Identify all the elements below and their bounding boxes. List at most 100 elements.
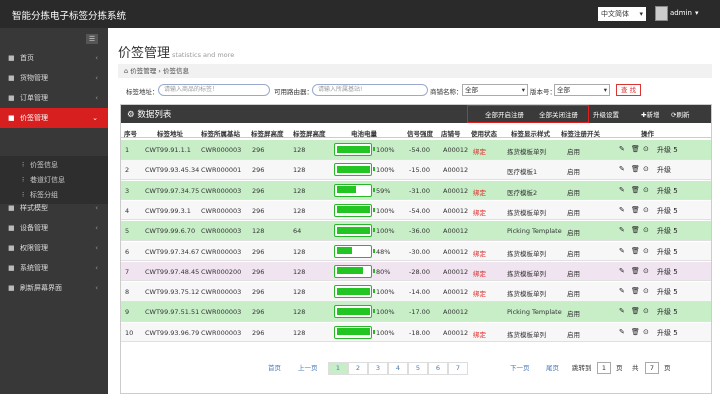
table-row[interactable]: 4 CWT99.99.3.1 CWR000003 296 128 100% -54.00 A0…: [121, 200, 711, 221]
clock-icon[interactable]: ⊙: [643, 247, 649, 255]
enable-all-registration-button[interactable]: 全部开启注册: [485, 109, 524, 119]
tag-icon: ■: [8, 114, 15, 122]
edit-icon[interactable]: ✎: [619, 247, 625, 255]
clock-icon[interactable]: ⊙: [643, 186, 649, 194]
table-row[interactable]: 1 CWT99.91.1.1 CWR000003 296 128 100% -54.00 A0…: [121, 140, 711, 160]
battery-bar: [334, 305, 375, 319]
upgrade-button[interactable]: 升级 5: [657, 307, 678, 317]
upgrade-button[interactable]: 升级 5: [657, 226, 678, 236]
delete-icon[interactable]: 🗑: [631, 307, 640, 315]
table-row[interactable]: 2 CWT99.93.45.34 CWR000001 296 128 100% -15.00…: [121, 160, 711, 180]
jump-page-input[interactable]: 1: [597, 362, 611, 374]
first-page-link[interactable]: 首页: [268, 362, 281, 375]
edit-icon[interactable]: ✎: [619, 145, 625, 153]
version-select[interactable]: 全部 ▾: [554, 84, 610, 96]
upgrade-button[interactable]: 升级 5: [657, 267, 678, 277]
breadcrumb-home[interactable]: 价签管理: [130, 67, 156, 75]
delete-icon[interactable]: 🗑: [631, 145, 640, 153]
delete-icon[interactable]: 🗑: [631, 206, 640, 214]
clock-icon[interactable]: ⊙: [643, 165, 649, 173]
battery-fill: [336, 287, 370, 295]
edit-icon[interactable]: ✎: [619, 226, 625, 234]
sidebar-subitem-tag-group[interactable]: ⁝ 标签分组: [0, 189, 108, 202]
search-button[interactable]: 查 找: [616, 84, 642, 96]
table-row[interactable]: 3 CWT99.97.34.75 CWR000003 296 128 59% -31.00 A…: [121, 180, 711, 201]
edit-icon[interactable]: ✎: [619, 206, 625, 214]
page-link-1[interactable]: 1: [328, 362, 348, 375]
upgrade-settings-button[interactable]: 升级设置: [593, 109, 619, 119]
table-row[interactable]: 6 CWT99.97.34.67 CWR000003 296 128 48% -30.00 A…: [121, 241, 711, 261]
delete-icon[interactable]: 🗑: [631, 186, 640, 194]
prev-page-link[interactable]: 上一页: [298, 362, 318, 375]
chevron-down-icon: ▾: [603, 86, 607, 94]
clock-icon[interactable]: ⊙: [643, 267, 649, 275]
edit-icon[interactable]: ✎: [619, 328, 625, 336]
sidebar-item-6[interactable]: ■ 设备管理 ‹: [0, 218, 108, 238]
permission-icon: ■: [8, 244, 15, 252]
battery-fill: [336, 206, 370, 214]
chevron-icon: ‹: [95, 74, 98, 82]
edit-icon[interactable]: ✎: [619, 307, 625, 315]
clock-icon[interactable]: ⊙: [643, 226, 649, 234]
table-row[interactable]: 5 CWT99.99.6.70 CWR000003 128 64 100% -36.00 A0…: [121, 221, 711, 241]
table-row[interactable]: 10 CWT99.93.96.79 CWR000003 296 128 100% -18.0…: [121, 322, 711, 343]
delete-icon[interactable]: 🗑: [631, 226, 640, 234]
grid-toolbar: ⚙ 数据列表 全部开启注册 全部关闭注册 升级设置 ✚新增 ⟳刷新: [121, 105, 711, 123]
user-menu[interactable]: admin ▾: [670, 9, 698, 17]
table-row[interactable]: 9 CWT99.97.51.51 CWR000003 296 128 100% -17.00…: [121, 302, 711, 322]
disable-all-registration-button[interactable]: 全部关闭注册: [539, 109, 578, 119]
page-link-4[interactable]: 4: [388, 362, 408, 375]
sidebar-subitem-tag-info[interactable]: ⁝ 价签信息: [0, 159, 108, 172]
upgrade-button[interactable]: 升级 5: [657, 247, 678, 257]
grid-title: ⚙ 数据列表: [127, 110, 172, 120]
page-link-2[interactable]: 2: [348, 362, 368, 375]
shop-select[interactable]: 全部 ▾: [462, 84, 528, 96]
sidebar-subitem-lane-light[interactable]: ⁝ 巷道灯信息: [0, 174, 108, 187]
delete-icon[interactable]: 🗑: [631, 287, 640, 295]
tag-address-input[interactable]: 请输入商品的标签！: [158, 84, 270, 96]
router-input[interactable]: 请输入所属基站!: [312, 84, 428, 96]
clock-icon[interactable]: ⊙: [643, 307, 649, 315]
table-row[interactable]: 7 CWT99.97.48.45 CWR000200 296 128 80% -28.00 A…: [121, 261, 711, 282]
upgrade-button[interactable]: 升级 5: [657, 145, 678, 155]
clock-icon[interactable]: ⊙: [643, 145, 649, 153]
upgrade-button[interactable]: 升级 5: [657, 206, 678, 216]
sidebar-item-3[interactable]: ■ 价签管理 ⌄: [0, 108, 108, 128]
edit-icon[interactable]: ✎: [619, 287, 625, 295]
page-link-7[interactable]: 7: [448, 362, 468, 375]
upgrade-button[interactable]: 升级 5: [657, 328, 678, 338]
table-row[interactable]: 8 CWT99.93.75.12 CWR000003 296 128 100% -14.00…: [121, 282, 711, 302]
page-link-6[interactable]: 6: [428, 362, 448, 375]
top-bar: 智能分拣电子标签分拣系统 中文简体 ▾ admin ▾: [0, 0, 720, 28]
delete-icon[interactable]: 🗑: [631, 247, 640, 255]
upgrade-button[interactable]: 升级 5: [657, 186, 678, 196]
clock-icon[interactable]: ⊙: [643, 206, 649, 214]
sidebar-item-0[interactable]: ■ 首页 ‹: [0, 48, 108, 68]
sidebar-item-2[interactable]: ■ 订单管理 ‹: [0, 88, 108, 108]
upgrade-button[interactable]: 升级: [657, 165, 671, 175]
edit-icon[interactable]: ✎: [619, 165, 625, 173]
status-badge: 绑定: [473, 290, 486, 299]
last-page-link[interactable]: 尾页: [546, 362, 559, 375]
delete-icon[interactable]: 🗑: [631, 328, 640, 336]
upgrade-button[interactable]: 升级 5: [657, 287, 678, 297]
sidebar-item-1[interactable]: ■ 货物管理 ‹: [0, 68, 108, 88]
edit-icon[interactable]: ✎: [619, 186, 625, 194]
clock-icon[interactable]: ⊙: [643, 287, 649, 295]
sidebar-item-7[interactable]: ■ 权限管理 ‹: [0, 238, 108, 258]
language-select[interactable]: 中文简体 ▾: [598, 7, 646, 21]
refresh-button[interactable]: ⟳刷新: [671, 109, 689, 119]
delete-icon[interactable]: 🗑: [631, 165, 640, 173]
add-button[interactable]: ✚新增: [641, 109, 659, 119]
delete-icon[interactable]: 🗑: [631, 267, 640, 275]
battery-fill: [336, 145, 370, 153]
avatar[interactable]: [655, 6, 668, 21]
sidebar-item-8[interactable]: ■ 系统管理 ‹: [0, 258, 108, 278]
edit-icon[interactable]: ✎: [619, 267, 625, 275]
next-page-link[interactable]: 下一页: [510, 362, 530, 375]
sidebar-item-9[interactable]: ■ 刷新屏幕界面 ‹: [0, 278, 108, 298]
menu-toggle-icon[interactable]: ☰: [86, 34, 98, 44]
page-link-5[interactable]: 5: [408, 362, 428, 375]
clock-icon[interactable]: ⊙: [643, 328, 649, 336]
page-link-3[interactable]: 3: [368, 362, 388, 375]
